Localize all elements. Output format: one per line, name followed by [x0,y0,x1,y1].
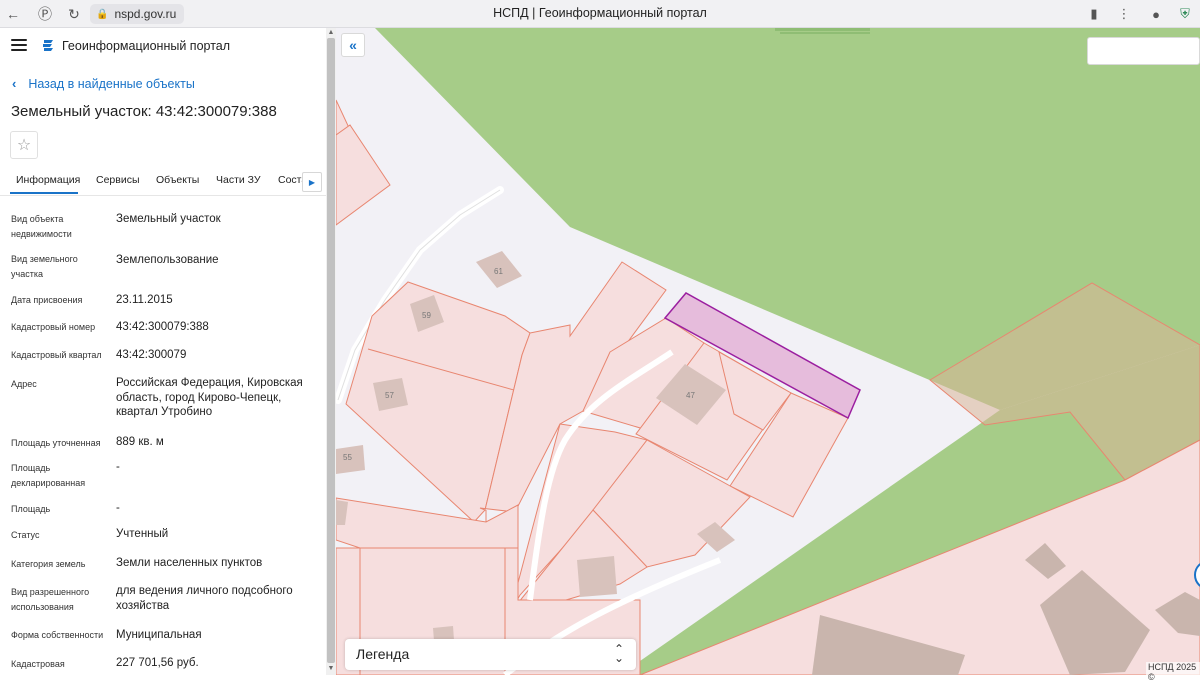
double-chevron-left-icon: « [349,37,357,53]
app-title: Геоинформационный портал [62,39,231,53]
scroll-down-icon[interactable]: ▼ [327,665,335,673]
building-number: 59 [422,311,431,320]
logo-icon [43,40,53,51]
field-label: Вид земельного участка [11,254,78,279]
back-arrow-icon[interactable]: ← [0,1,26,27]
building-number: 47 [686,391,695,400]
field-label: Кадастровый квартал [11,350,102,360]
field-label: Кадастровый номер [11,322,96,332]
field-value: Землепользование [116,254,219,266]
hamburger-menu-icon[interactable] [11,39,27,53]
tab-bar: Информация Сервисы Объекты Части ЗУ Сост… [0,170,326,196]
building-number: 61 [494,267,503,276]
field-label: Площадь уточненная [11,438,101,448]
field-value: Земельный участок [116,213,221,225]
field-value: 43:42:300079 [116,349,187,361]
field-value: Российская Федерация, Кировская область,… [116,377,303,418]
shield-icon[interactable]: ⛨ [1172,1,1198,27]
field-value: 227 701,56 руб. [116,657,199,669]
scrollbar-thumb[interactable] [327,38,335,663]
field-value: для ведения личного подсобного хозяйства [116,585,293,612]
triangle-right-icon: ▶ [308,177,316,187]
building [577,556,617,597]
field-value: Учтенный [116,528,169,540]
tab-services[interactable]: Сервисы [96,174,140,186]
menu-dots-icon[interactable]: ⋮ [1111,1,1137,27]
active-tab-indicator [10,192,78,194]
collapse-panel-button[interactable]: « [341,33,365,57]
divider [0,195,326,196]
map-view[interactable]: 61 59 57 55 47 [336,28,1200,675]
browser-toolbar: ← Ⓟ ↻ 🔒 nspd.gov.ru НСПД | Геоинформацио… [0,0,1200,28]
object-title: Земельный участок: 43:42:300079:388 [11,103,277,120]
field-label: Площадь декларированная [11,463,86,488]
field-label: Категория земель [11,559,86,569]
bookmark-icon[interactable]: ▮ [1081,1,1107,27]
tabs-scroll-right-button[interactable]: ▶ [302,172,322,192]
address-bar[interactable]: 🔒 nspd.gov.ru [90,4,185,24]
field-value: Земли населенных пунктов [116,557,263,569]
vegetation-pattern [775,28,870,34]
app-header: Геоинформационный портал [0,28,326,64]
field-label: Статус [11,530,40,540]
favorite-button[interactable]: ☆ [10,131,38,159]
field-value: - [116,461,120,473]
scroll-up-icon[interactable]: ▲ [327,29,335,37]
parcel [336,124,391,226]
field-value: 23.11.2015 [116,294,173,306]
building-number: 55 [343,453,352,462]
map-search-box[interactable] [1087,37,1200,65]
extension-icon[interactable]: ● [1143,1,1169,27]
field-label: Вид объекта недвижимости [11,214,72,239]
panel-scrollbar[interactable]: ▲ ▼ [326,28,336,675]
back-to-results-link[interactable]: ‹ Назад в найденные объекты [12,76,195,91]
info-panel: Геоинформационный портал ‹ Назад в найде… [0,28,326,675]
lock-icon: 🔒 [96,8,109,20]
yandex-icon[interactable]: Ⓟ [32,1,58,27]
field-label: Площадь [11,504,51,514]
map-copyright: НСПД 2025 © [1146,662,1200,682]
tab-parts[interactable]: Части ЗУ [216,174,261,186]
star-icon: ☆ [16,137,32,154]
legend-label: Легенда [356,646,410,662]
reload-icon[interactable]: ↻ [61,1,87,27]
field-label: Вид разрешенного использования [11,587,90,612]
field-value: 43:42:300079:388 [116,321,209,333]
field-value: 889 кв. м [116,436,164,448]
map-canvas: 61 59 57 55 47 [336,28,1200,675]
field-label: Дата присвоения [11,295,83,305]
building-number: 57 [385,391,394,400]
url-text: nspd.gov.ru [114,7,177,21]
tab-objects[interactable]: Объекты [156,174,199,186]
chevron-left-icon: ‹ [12,76,17,91]
field-value: Муниципальная [116,629,202,641]
updown-chevron-icon: ⌃ ⌄ [613,642,624,665]
field-label: Кадастровая [11,659,65,669]
field-label: Адрес [11,379,37,389]
field-label: Форма собственности [11,630,104,640]
tab-information[interactable]: Информация [16,174,80,186]
legend-dropdown[interactable]: Легенда ⌃ ⌄ [345,639,636,670]
field-value: - [116,502,120,514]
back-link-label: Назад в найденные объекты [28,76,195,91]
